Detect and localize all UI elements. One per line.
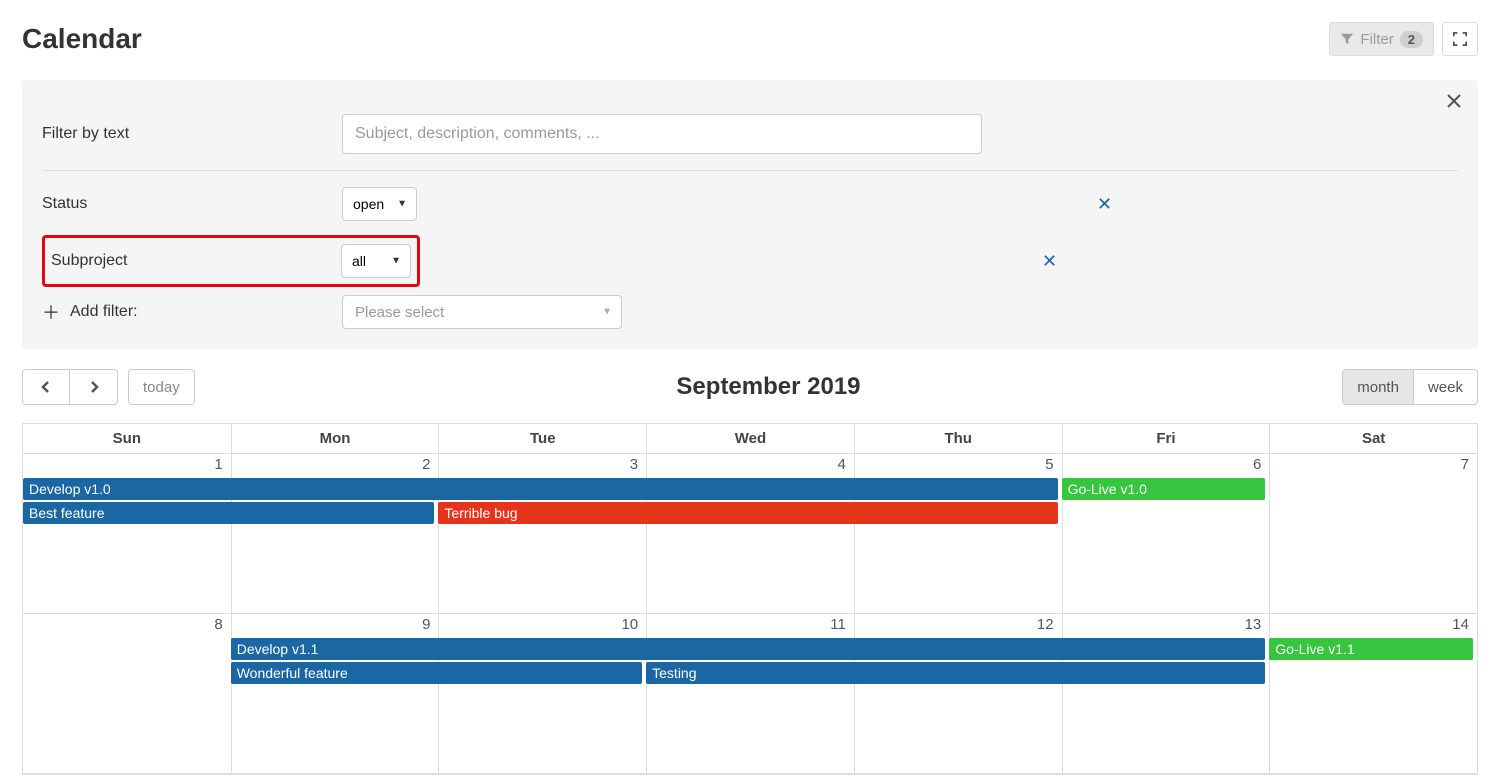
subproject-label: Subproject bbox=[51, 252, 341, 270]
day-header: Fri bbox=[1062, 423, 1270, 454]
chevron-right-icon bbox=[89, 380, 99, 394]
fullscreen-button[interactable] bbox=[1442, 22, 1478, 56]
calendar-event[interactable]: Go-Live v1.1 bbox=[1269, 638, 1473, 660]
day-number: 5 bbox=[1045, 456, 1053, 473]
day-number: 6 bbox=[1253, 456, 1261, 473]
day-number: 10 bbox=[621, 616, 638, 633]
close-icon bbox=[1446, 93, 1462, 109]
day-number: 14 bbox=[1452, 616, 1469, 633]
today-button[interactable]: today bbox=[128, 369, 195, 405]
day-number: 13 bbox=[1245, 616, 1262, 633]
day-header: Wed bbox=[646, 423, 854, 454]
subproject-filter-row: Subproject all ▼ bbox=[42, 235, 420, 287]
current-month-title: September 2019 bbox=[676, 373, 860, 401]
next-button[interactable] bbox=[70, 369, 118, 405]
filter-panel: Filter by text Status open ▼ ✕ Subprojec… bbox=[22, 80, 1478, 349]
chevron-left-icon bbox=[41, 380, 51, 394]
calendar-grid: SunMonTueWedThuFriSat 1234567Develop v1.… bbox=[22, 423, 1478, 775]
calendar-event[interactable]: Go-Live v1.0 bbox=[1062, 478, 1266, 500]
subproject-select[interactable]: all bbox=[341, 244, 411, 278]
calendar-event[interactable]: Testing bbox=[646, 662, 1265, 684]
day-number: 2 bbox=[422, 456, 430, 473]
add-filter-select[interactable]: Please select bbox=[342, 295, 622, 329]
day-header: Sat bbox=[1269, 423, 1477, 454]
remove-subproject-filter-button[interactable]: ✕ bbox=[1042, 251, 1057, 272]
filter-count-badge: 2 bbox=[1400, 31, 1423, 48]
day-cell[interactable]: 8 bbox=[23, 614, 231, 774]
status-label: Status bbox=[42, 195, 342, 213]
day-number: 4 bbox=[838, 456, 846, 473]
day-number: 11 bbox=[830, 616, 846, 633]
filter-toggle-button[interactable]: Filter 2 bbox=[1329, 22, 1434, 56]
day-header: Thu bbox=[854, 423, 1062, 454]
plus-icon: ＋ bbox=[42, 299, 60, 325]
view-week-button[interactable]: week bbox=[1414, 369, 1478, 405]
filter-label: Filter bbox=[1360, 31, 1393, 48]
day-number: 3 bbox=[630, 456, 638, 473]
remove-status-filter-button[interactable]: ✕ bbox=[1097, 194, 1112, 215]
day-cell[interactable]: 7 bbox=[1269, 454, 1477, 614]
day-number: 8 bbox=[214, 616, 222, 633]
view-month-button[interactable]: month bbox=[1342, 369, 1414, 405]
close-filter-panel-button[interactable] bbox=[1446, 92, 1462, 115]
day-header: Tue bbox=[438, 423, 646, 454]
filter-by-text-label: Filter by text bbox=[42, 125, 342, 143]
calendar-event[interactable]: Terrible bug bbox=[438, 502, 1057, 524]
add-filter-label: Add filter: bbox=[70, 303, 138, 321]
status-select[interactable]: open bbox=[342, 187, 417, 221]
calendar-event[interactable]: Wonderful feature bbox=[231, 662, 642, 684]
day-number: 9 bbox=[422, 616, 430, 633]
calendar-event[interactable]: Develop v1.0 bbox=[23, 478, 1058, 500]
expand-icon bbox=[1453, 32, 1467, 46]
day-header: Sun bbox=[23, 423, 231, 454]
prev-button[interactable] bbox=[22, 369, 70, 405]
day-number: 7 bbox=[1461, 456, 1469, 473]
page-title: Calendar bbox=[22, 23, 142, 55]
calendar-event[interactable]: Develop v1.1 bbox=[231, 638, 1266, 660]
day-number: 1 bbox=[214, 456, 222, 473]
filter-text-input[interactable] bbox=[342, 114, 982, 154]
funnel-icon bbox=[1340, 32, 1354, 46]
day-header: Mon bbox=[231, 423, 439, 454]
day-number: 12 bbox=[1037, 616, 1054, 633]
calendar-event[interactable]: Best feature bbox=[23, 502, 434, 524]
